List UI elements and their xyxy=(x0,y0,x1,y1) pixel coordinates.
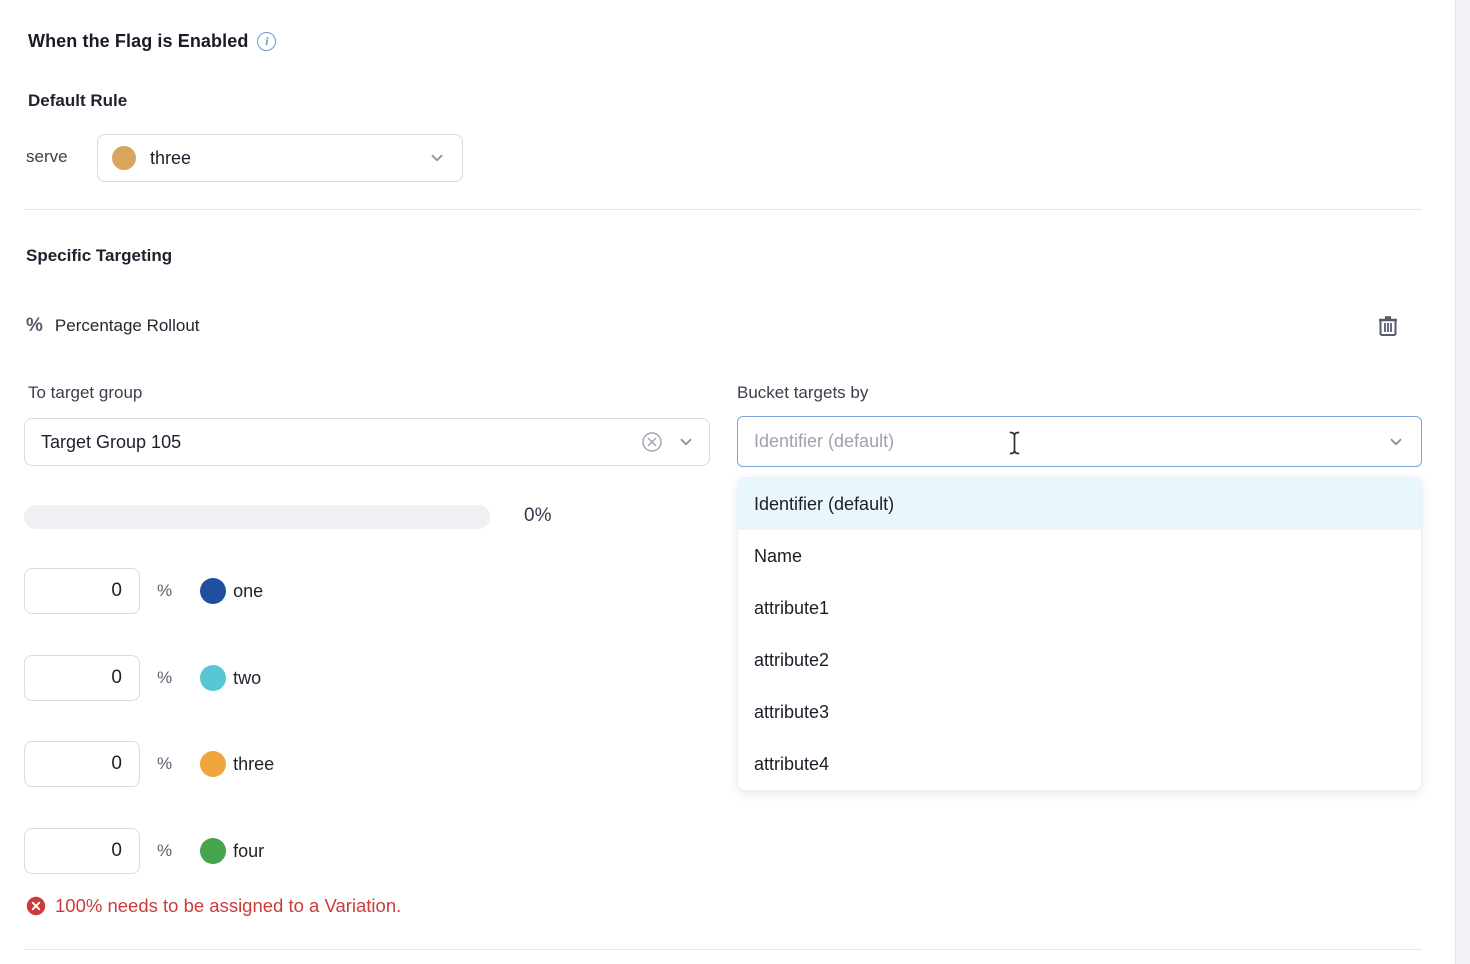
to-target-group-label: To target group xyxy=(28,383,142,403)
bucket-targets-by-select[interactable] xyxy=(737,416,1422,467)
variation-row-two: % two xyxy=(24,655,261,701)
dropdown-option-identifier-default[interactable]: Identifier (default) xyxy=(738,478,1421,530)
rollout-progress-bar xyxy=(24,505,490,529)
bucket-targets-dropdown: Identifier (default) Name attribute1 att… xyxy=(737,477,1422,791)
page-edge-scroll-area[interactable] xyxy=(1455,0,1470,964)
page-title: When the Flag is Enabled xyxy=(28,31,248,52)
chevron-down-icon xyxy=(1387,433,1405,451)
percent-unit-label: % xyxy=(157,581,172,601)
default-variation-select[interactable]: three xyxy=(97,134,463,182)
variation-two-percent-input[interactable] xyxy=(24,655,140,701)
variation-row-three: % three xyxy=(24,741,274,787)
trash-icon[interactable] xyxy=(1372,310,1404,342)
variation-four-color-dot xyxy=(200,838,226,864)
variation-three-color-dot xyxy=(200,751,226,777)
dropdown-option-attribute2[interactable]: attribute2 xyxy=(738,634,1421,686)
target-group-select[interactable]: Target Group 105 xyxy=(24,418,710,466)
variation-three-percent-input[interactable] xyxy=(24,741,140,787)
serve-label: serve xyxy=(26,147,68,167)
bucket-targets-by-input[interactable] xyxy=(754,431,1387,452)
variation-four-name: four xyxy=(233,841,264,862)
divider xyxy=(24,949,1422,950)
clear-selection-icon[interactable] xyxy=(641,431,663,453)
chevron-down-icon xyxy=(677,433,695,451)
target-group-value: Target Group 105 xyxy=(41,432,181,453)
default-variation-value: three xyxy=(150,148,191,169)
variation-row-four: % four xyxy=(24,828,264,874)
dropdown-option-attribute4[interactable]: attribute4 xyxy=(738,738,1421,790)
variation-three-name: three xyxy=(233,754,274,775)
variation-color-dot xyxy=(112,146,136,170)
dropdown-option-attribute1[interactable]: attribute1 xyxy=(738,582,1421,634)
default-rule-heading: Default Rule xyxy=(28,91,127,111)
percent-unit-label: % xyxy=(157,841,172,861)
divider xyxy=(24,209,1422,210)
variation-two-name: two xyxy=(233,668,261,689)
variation-two-color-dot xyxy=(200,665,226,691)
rollout-total-percent: 0% xyxy=(524,505,551,527)
percentage-rollout-header: % Percentage Rollout xyxy=(26,315,200,337)
percent-unit-label: % xyxy=(157,668,172,688)
chevron-down-icon xyxy=(428,149,446,167)
percentage-rollout-title: Percentage Rollout xyxy=(55,316,200,336)
flag-targeting-panel: When the Flag is Enabled i Default Rule … xyxy=(0,0,1470,964)
bucket-targets-by-label: Bucket targets by xyxy=(737,383,868,403)
variation-one-percent-input[interactable] xyxy=(24,568,140,614)
variation-row-one: % one xyxy=(24,568,263,614)
variation-one-name: one xyxy=(233,581,263,602)
dropdown-option-name[interactable]: Name xyxy=(738,530,1421,582)
specific-targeting-heading: Specific Targeting xyxy=(26,246,172,266)
percent-icon: % xyxy=(26,315,43,337)
info-icon[interactable]: i xyxy=(257,32,276,51)
percent-unit-label: % xyxy=(157,754,172,774)
error-message: 100% needs to be assigned to a Variation… xyxy=(55,895,401,917)
variation-four-percent-input[interactable] xyxy=(24,828,140,874)
variation-one-color-dot xyxy=(200,578,226,604)
dropdown-option-attribute3[interactable]: attribute3 xyxy=(738,686,1421,738)
validation-error: 100% needs to be assigned to a Variation… xyxy=(26,895,401,917)
error-icon xyxy=(26,896,46,916)
section-header: When the Flag is Enabled i xyxy=(28,31,276,52)
